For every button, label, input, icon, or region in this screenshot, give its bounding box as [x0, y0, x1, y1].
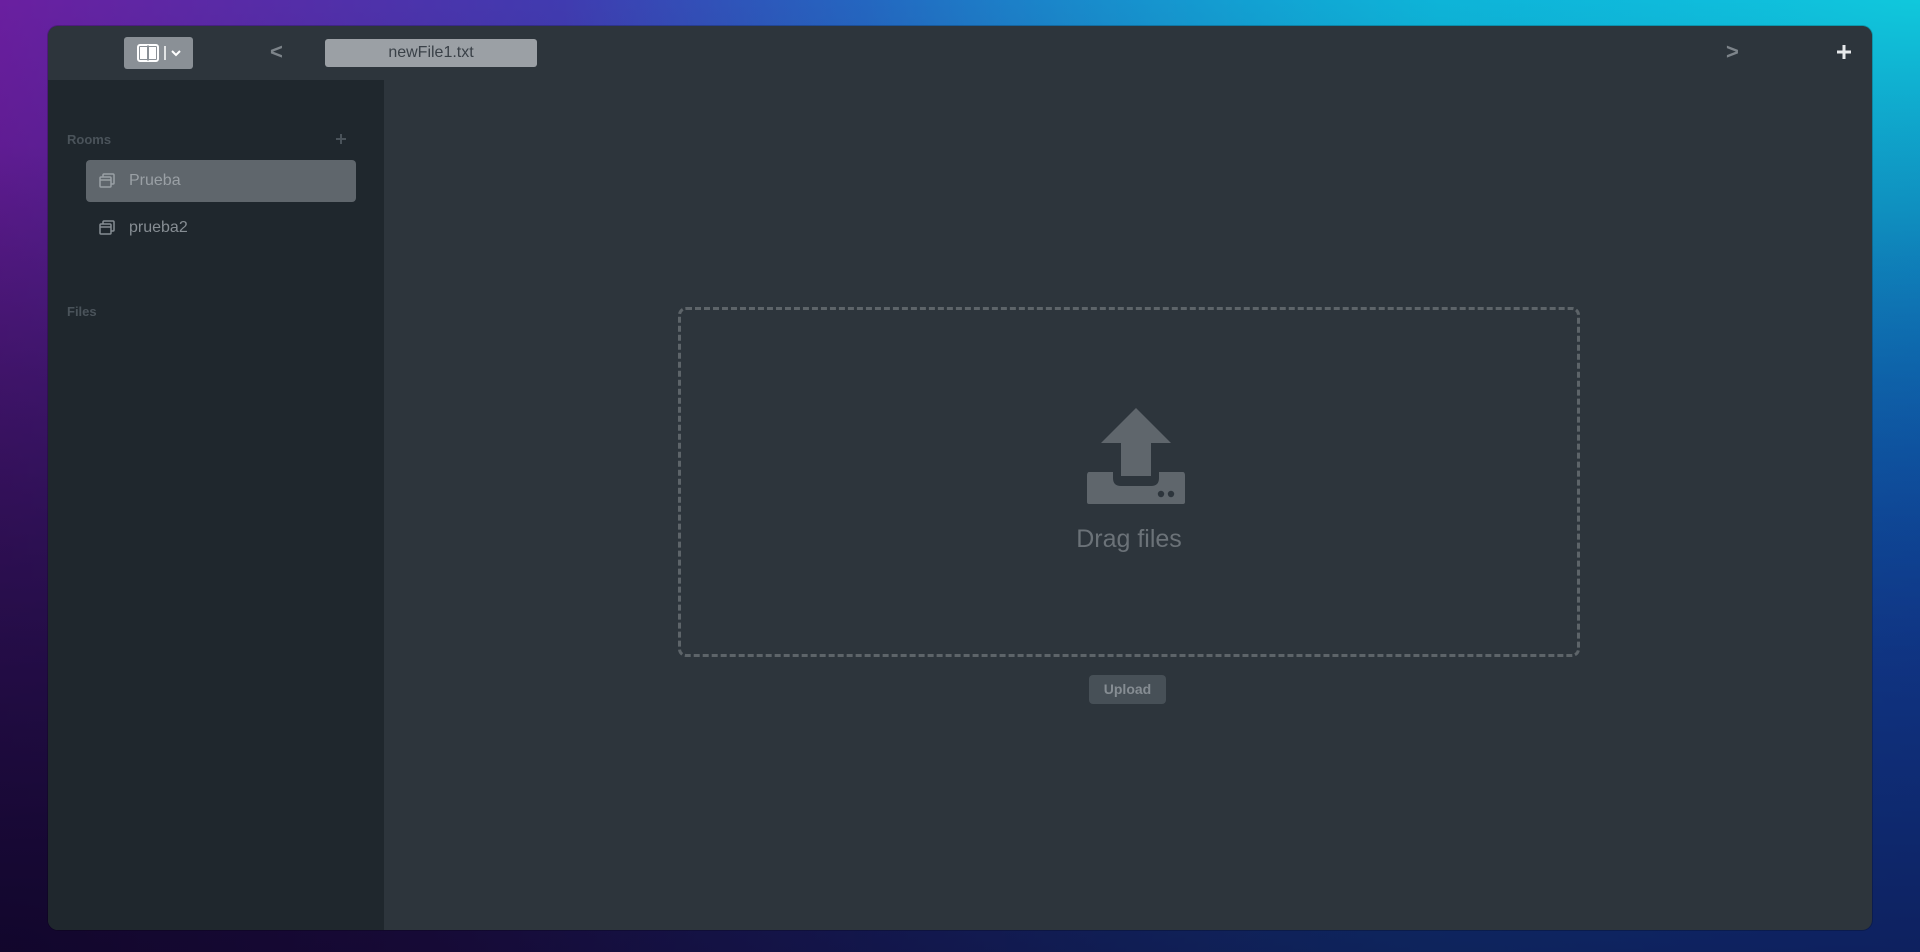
files-section-title: Files [67, 304, 97, 319]
separator-icon [163, 44, 167, 62]
drag-files-label: Drag files [1076, 525, 1182, 553]
plus-icon [1832, 45, 1856, 68]
layout-toggle-button[interactable] [124, 37, 193, 69]
app-window: < newFile1.txt > Rooms Prueba prueba2 Fi… [48, 26, 1872, 930]
chevron-down-icon [170, 49, 181, 57]
split-view-icon [136, 44, 159, 62]
add-room-button[interactable] [334, 132, 348, 146]
upload-icon [1087, 406, 1185, 506]
next-tab-button[interactable]: > [1726, 38, 1739, 66]
tab-newfile1[interactable]: newFile1.txt [325, 39, 537, 67]
prev-tab-button[interactable]: < [270, 38, 283, 66]
rooms-section-title: Rooms [67, 132, 112, 147]
add-tab-button[interactable] [1832, 40, 1856, 64]
sidebar-item-prueba2[interactable]: prueba2 [86, 207, 356, 249]
sidebar-item-prueba[interactable]: Prueba [86, 160, 356, 202]
room-icon [99, 220, 115, 236]
room-icon [99, 173, 115, 189]
file-dropzone[interactable]: Drag files [678, 307, 1580, 657]
sidebar-item-label: prueba2 [129, 219, 188, 236]
sidebar-item-label: Prueba [129, 172, 181, 189]
sidebar: Rooms Prueba prueba2 Files [48, 80, 384, 930]
plus-icon [334, 133, 348, 150]
upload-button[interactable]: Upload [1089, 675, 1166, 704]
top-toolbar: < newFile1.txt > [48, 26, 1872, 80]
